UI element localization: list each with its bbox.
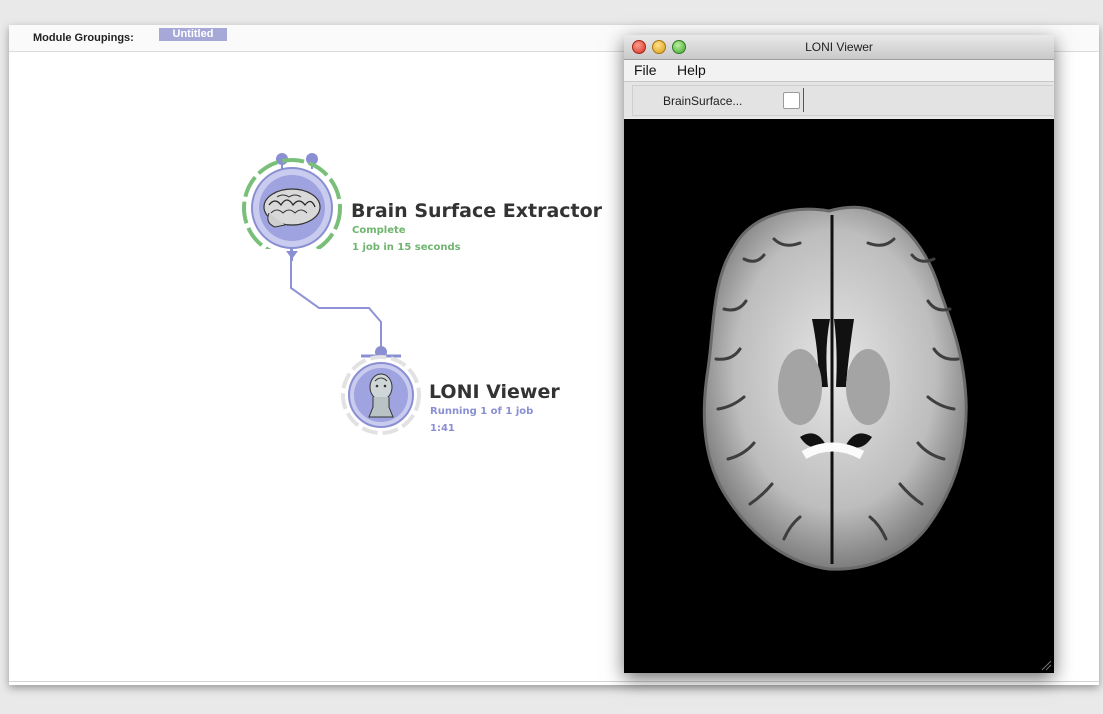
dataset-label: BrainSurface... [663, 94, 743, 108]
menu-bar: File Help [624, 60, 1054, 82]
window-title: LONI Viewer [805, 40, 873, 54]
module-connector [290, 237, 382, 352]
resize-grip-icon[interactable] [1040, 659, 1052, 671]
node-status-complete: Complete [352, 225, 406, 236]
node-title-brain-surface-extractor: Brain Surface Extractor [351, 200, 603, 222]
node-detail-job-time: 1 job in 15 seconds [352, 242, 461, 253]
node-loni-viewer[interactable] [339, 342, 423, 438]
axial-brain-mri-slice [702, 205, 968, 571]
window-titlebar[interactable]: LONI Viewer [624, 35, 1054, 60]
node-detail-elapsed: 1:41 [430, 423, 455, 434]
grouping-tab-untitled[interactable]: Untitled [159, 28, 227, 41]
dataset-checkbox[interactable] [783, 92, 800, 109]
menu-help[interactable]: Help [677, 62, 706, 78]
brain-surface-icon [263, 188, 321, 228]
toolbar-separator [803, 88, 804, 112]
dataset-strip: BrainSurface... [632, 85, 1053, 116]
module-groupings-label: Module Groupings: [33, 32, 134, 44]
node-output-port[interactable] [282, 249, 302, 271]
node-title-loni-viewer: LONI Viewer [429, 381, 560, 403]
node-brain-surface-extractor[interactable] [237, 149, 347, 261]
node-status-running: Running 1 of 1 job [430, 406, 534, 417]
status-divider [9, 681, 1099, 682]
viewer-toolbar: BrainSurface... [624, 82, 1054, 118]
loni-viewer-window[interactable]: LONI Viewer File Help BrainSurface... [624, 35, 1054, 673]
head-model-icon [368, 373, 394, 418]
image-display[interactable] [624, 119, 1054, 673]
menu-file[interactable]: File [634, 62, 657, 78]
